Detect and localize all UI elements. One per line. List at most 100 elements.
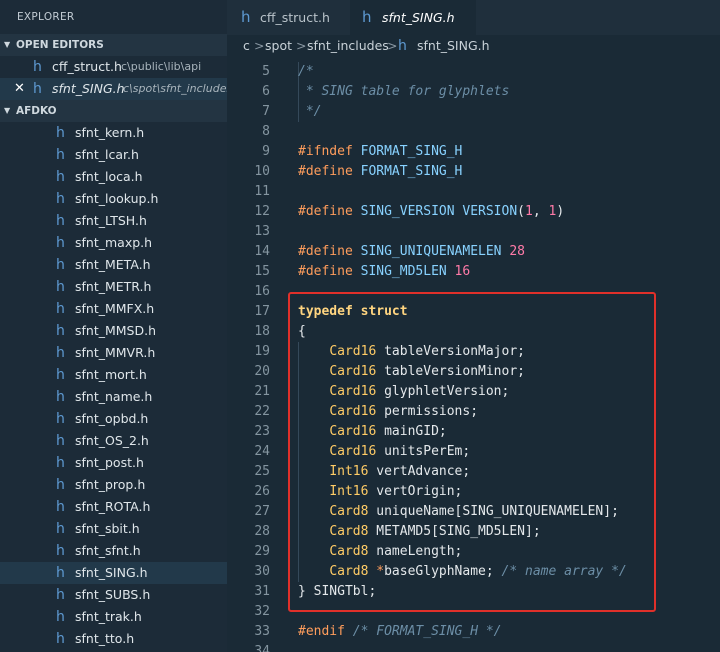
- code-line[interactable]: 24 Card16 unitsPerEm;: [227, 442, 720, 462]
- file-tree-item[interactable]: h sfnt_lcar.h: [0, 144, 227, 166]
- code-line[interactable]: 10 #define FORMAT_SING_H: [227, 162, 720, 182]
- code-line[interactable]: 5 /*: [227, 62, 720, 82]
- file-tree-item[interactable]: h sfnt_tto.h: [0, 628, 227, 650]
- open-editor-item[interactable]: h cff_struct.h c\public\lib\api: [0, 56, 227, 78]
- file-tree-item[interactable]: h sfnt_name.h: [0, 386, 227, 408]
- breadcrumb-file[interactable]: sfnt_SING.h: [417, 35, 490, 57]
- code-line[interactable]: 21 Card16 glyphletVersion;: [227, 382, 720, 402]
- breadcrumb-item[interactable]: spot: [265, 35, 292, 57]
- code-token: #define: [298, 164, 361, 179]
- code-line[interactable]: 17 typedef struct: [227, 302, 720, 322]
- code-line[interactable]: 22 Card16 permissions;: [227, 402, 720, 422]
- h-file-icon: h: [56, 367, 65, 383]
- breadcrumb-item[interactable]: c: [243, 35, 250, 57]
- file-tree-item[interactable]: h sfnt_LTSH.h: [0, 210, 227, 232]
- h-file-icon: h: [56, 279, 65, 295]
- code-line[interactable]: 20 Card16 tableVersionMinor;: [227, 362, 720, 382]
- open-editor-item-active[interactable]: ✕ h sfnt_SING.h c\spot\sfnt_includes: [0, 78, 227, 100]
- file-tree-item[interactable]: h sfnt_OS_2.h: [0, 430, 227, 452]
- code-editor[interactable]: 5/* 6 * SING table for glyphlets 7 */8 9 #if…: [227, 57, 720, 652]
- code-token: Int16: [329, 464, 369, 479]
- h-file-icon: h: [56, 521, 65, 537]
- file-tree-label: sfnt_name.h: [75, 389, 153, 404]
- code-line[interactable]: 16: [227, 282, 720, 302]
- tab-cff-struct[interactable]: h cff_struct.h: [227, 0, 350, 35]
- code-token: #endif: [298, 624, 353, 639]
- code-line[interactable]: 9 #ifndef FORMAT_SING_H: [227, 142, 720, 162]
- file-tree-label: sfnt_MMFX.h: [75, 301, 155, 316]
- file-tree-item[interactable]: h sfnt_SUBS.h: [0, 584, 227, 606]
- h-file-icon: h: [56, 411, 65, 427]
- file-tree-label: sfnt_METR.h: [75, 279, 152, 294]
- code-line[interactable]: 19 Card16 tableVersionMajor;: [227, 342, 720, 362]
- code-token: Int16: [329, 484, 369, 499]
- code-text: Int16 vertOrigin;: [298, 482, 462, 502]
- code-token: Card16: [329, 344, 377, 359]
- project-folder-header[interactable]: ▼ AFDKO: [0, 100, 227, 122]
- breadcrumb-item[interactable]: sfnt_includes: [307, 35, 389, 57]
- code-text: Card8 nameLength;: [298, 542, 462, 562]
- code-line[interactable]: 11: [227, 182, 720, 202]
- file-tree-item[interactable]: h sfnt_lookup.h: [0, 188, 227, 210]
- file-tree-label: sfnt_maxp.h: [75, 235, 153, 250]
- file-tree-item[interactable]: h sfnt_ROTA.h: [0, 496, 227, 518]
- line-number: 17: [254, 304, 270, 319]
- h-file-icon: h: [56, 543, 65, 559]
- code-token: FORMAT_SING_H: [360, 144, 463, 159]
- code-line[interactable]: 25 Int16 vertAdvance;: [227, 462, 720, 482]
- code-line[interactable]: 34: [227, 642, 720, 652]
- file-tree-item[interactable]: h sfnt_opbd.h: [0, 408, 227, 430]
- file-tree-item[interactable]: h sfnt_post.h: [0, 452, 227, 474]
- line-number: 31: [254, 584, 270, 599]
- file-tree-item[interactable]: h sfnt_maxp.h: [0, 232, 227, 254]
- file-tree-item[interactable]: h sfnt_sbit.h: [0, 518, 227, 540]
- code-line[interactable]: 8: [227, 122, 720, 142]
- file-tree-item[interactable]: h sfnt_loca.h: [0, 166, 227, 188]
- file-tree-item[interactable]: h sfnt_MMVR.h: [0, 342, 227, 364]
- code-line[interactable]: 23 Card16 mainGID;: [227, 422, 720, 442]
- code-token: Card16: [329, 444, 377, 459]
- code-text: Card16 unitsPerEm;: [298, 442, 470, 462]
- h-file-icon: h: [56, 587, 65, 603]
- code-line[interactable]: 12 #define SING_VERSION VERSION(1, 1): [227, 202, 720, 222]
- code-text: */: [298, 102, 322, 122]
- code-line[interactable]: 14 #define SING_UNIQUENAMELEN 28: [227, 242, 720, 262]
- code-line[interactable]: 13: [227, 222, 720, 242]
- code-line[interactable]: 31} SINGTbl;: [227, 582, 720, 602]
- file-tree-item[interactable]: h sfnt_prop.h: [0, 474, 227, 496]
- code-line[interactable]: 18 {: [227, 322, 720, 342]
- file-tree-item[interactable]: h sfnt_sfnt.h: [0, 540, 227, 562]
- file-tree-label: sfnt_prop.h: [75, 477, 146, 492]
- code-line[interactable]: 15 #define SING_MD5LEN 16: [227, 262, 720, 282]
- file-tree-item[interactable]: h sfnt_MMFX.h: [0, 298, 227, 320]
- code-line[interactable]: 29 Card8 nameLength;: [227, 542, 720, 562]
- file-tree-label: sfnt_opbd.h: [75, 411, 149, 426]
- code-line[interactable]: 30 Card8 *baseGlyphName; /* name array *…: [227, 562, 720, 582]
- tab-sfnt-sing[interactable]: h sfnt_SING.h: [350, 0, 476, 35]
- code-token: SINGTbl;: [313, 584, 377, 599]
- file-tree-item[interactable]: h sfnt_SING.h: [0, 562, 227, 584]
- close-icon[interactable]: ✕: [14, 78, 25, 100]
- file-tree-item[interactable]: h sfnt_mort.h: [0, 364, 227, 386]
- file-tree-item[interactable]: h sfnt_kern.h: [0, 122, 227, 144]
- code-token: tableVersionMajor;: [376, 344, 525, 359]
- code-token: Card8: [329, 524, 369, 539]
- file-tree-item[interactable]: h sfnt_META.h: [0, 254, 227, 276]
- h-file-icon: h: [56, 301, 65, 317]
- file-tree-item[interactable]: h sfnt_trak.h: [0, 606, 227, 628]
- code-line[interactable]: 32: [227, 602, 720, 622]
- open-editors-header[interactable]: ▼ OPEN EDITORS: [0, 34, 227, 56]
- code-line[interactable]: 27 Card8 uniqueName[SING_UNIQUENAMELEN];: [227, 502, 720, 522]
- code-line[interactable]: 7 */: [227, 102, 720, 122]
- file-tree-item[interactable]: h sfnt_METR.h: [0, 276, 227, 298]
- h-file-icon: h: [56, 433, 65, 449]
- code-line[interactable]: 28 Card8 METAMD5[SING_MD5LEN];: [227, 522, 720, 542]
- code-line[interactable]: 6 * SING table for glyphlets: [227, 82, 720, 102]
- file-tree-label: sfnt_OS_2.h: [75, 433, 149, 448]
- code-line[interactable]: 26 Int16 vertOrigin;: [227, 482, 720, 502]
- file-tree-item[interactable]: h sfnt_MMSD.h: [0, 320, 227, 342]
- code-line[interactable]: 33 #endif /* FORMAT_SING_H */: [227, 622, 720, 642]
